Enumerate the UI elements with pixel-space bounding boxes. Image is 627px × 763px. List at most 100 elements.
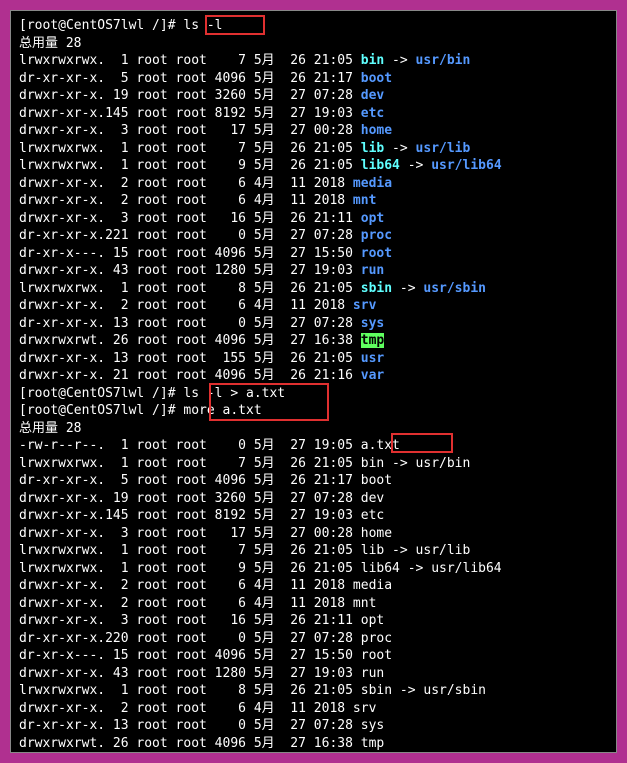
listing-row: lrwxrwxrwx. 1 root root 8 5月 26 21:05 sb…	[19, 682, 608, 700]
listing-row: drwxr-xr-x. 2 root root 6 4月 11 2018 mnt	[19, 595, 608, 613]
file-size: 7	[207, 141, 246, 156]
file-size: 0	[207, 631, 246, 646]
owner-group: root root	[129, 368, 207, 383]
arrow-text: ->	[392, 281, 423, 296]
total-line-2: 总用量 28	[19, 420, 608, 438]
file-size: 9	[207, 561, 246, 576]
permissions: lrwxrwxrwx.	[19, 281, 105, 296]
link-count: 2	[105, 298, 128, 313]
link-count: 1	[105, 543, 128, 558]
permissions: lrwxrwxrwx.	[19, 683, 105, 698]
file-size: 155	[207, 351, 246, 366]
terminal-window[interactable]: [root@CentOS7lwl /]# ls -l 总用量 28 lrwxrw…	[10, 10, 617, 753]
link-count: 19	[105, 491, 128, 506]
file-size: 4096	[207, 333, 246, 348]
listing-row: drwxr-xr-x. 2 root root 6 4月 11 2018 med…	[19, 175, 608, 193]
owner-group: root root	[129, 718, 207, 733]
dir-name: mnt	[353, 193, 376, 208]
listing-row: drwxrwxrwt. 26 root root 4096 5月 27 16:3…	[19, 332, 608, 350]
owner-group: root root	[129, 526, 207, 541]
link-count: 145	[105, 106, 128, 121]
file-name: dev	[361, 491, 384, 506]
listing-row: lrwxrwxrwx. 1 root root 7 5月 26 21:05 bi…	[19, 52, 608, 70]
file-size: 4096	[207, 473, 246, 488]
date-time: 5月 26 21:17	[246, 71, 361, 86]
file-size: 4096	[207, 648, 246, 663]
prompt-user: [root@CentOS7lwl /]#	[19, 403, 183, 418]
owner-group: root root	[129, 246, 207, 261]
link-count: 26	[105, 333, 128, 348]
date-time: 5月 26 21:16	[246, 368, 361, 383]
file-size: 0	[207, 718, 246, 733]
file-name: sbin -> usr/sbin	[361, 683, 486, 698]
dir-name: root	[361, 246, 392, 261]
link-count: 13	[105, 351, 128, 366]
permissions: dr-xr-xr-x.	[19, 631, 105, 646]
link-count: 15	[105, 246, 128, 261]
file-size: 7	[207, 456, 246, 471]
file-name: srv	[353, 701, 376, 716]
more-listing-2: -rw-r--r--. 1 root root 0 5月 27 19:05 a.…	[19, 437, 608, 753]
date-time: 5月 26 21:17	[246, 473, 361, 488]
owner-group: root root	[129, 211, 207, 226]
permissions: drwxr-xr-x.	[19, 123, 105, 138]
date-time: 5月 26 21:11	[246, 211, 361, 226]
dir-name: run	[361, 263, 384, 278]
listing-row: lrwxrwxrwx. 1 root root 7 5月 26 21:05 li…	[19, 140, 608, 158]
link-count: 43	[105, 666, 128, 681]
dir-name: boot	[361, 71, 392, 86]
link-count: 2	[105, 701, 128, 716]
listing-row: drwxr-xr-x. 2 root root 6 4月 11 2018 mnt	[19, 192, 608, 210]
owner-group: root root	[129, 683, 207, 698]
dir-name: media	[353, 176, 392, 191]
link-count: 21	[105, 368, 128, 383]
link-count: 3	[105, 613, 128, 628]
link-count: 220	[105, 631, 128, 646]
listing-row: drwxr-xr-x.145 root root 8192 5月 27 19:0…	[19, 507, 608, 525]
date-time: 5月 27 16:38	[246, 736, 361, 751]
dir-name: sys	[361, 316, 384, 331]
file-name: mnt	[353, 596, 376, 611]
date-time: 5月 27 07:28	[246, 228, 361, 243]
date-time: 5月 27 00:28	[246, 526, 361, 541]
permissions: -rw-r--r--.	[19, 438, 105, 453]
owner-group: root root	[129, 316, 207, 331]
owner-group: root root	[129, 701, 207, 716]
permissions: drwxr-xr-x.	[19, 526, 105, 541]
link-count: 3	[105, 211, 128, 226]
permissions: dr-xr-xr-x.	[19, 71, 105, 86]
link-name: lib	[361, 141, 384, 156]
file-size: 4096	[207, 368, 246, 383]
file-name: sys	[361, 718, 384, 733]
date-time: 4月 11 2018	[246, 701, 353, 716]
owner-group: root root	[129, 71, 207, 86]
permissions: lrwxrwxrwx.	[19, 561, 105, 576]
sticky-dir-name: tmp	[361, 333, 384, 348]
listing-row: lrwxrwxrwx. 1 root root 9 5月 26 21:05 li…	[19, 157, 608, 175]
highlight-box-2	[209, 383, 329, 421]
file-size: 3260	[207, 88, 246, 103]
file-name: root	[361, 648, 392, 663]
owner-group: root root	[129, 631, 207, 646]
owner-group: root root	[129, 158, 207, 173]
listing-row: drwxr-xr-x. 19 root root 3260 5月 27 07:2…	[19, 87, 608, 105]
owner-group: root root	[129, 491, 207, 506]
date-time: 5月 26 21:05	[246, 351, 361, 366]
date-time: 5月 27 07:28	[246, 316, 361, 331]
file-name: opt	[361, 613, 384, 628]
file-size: 8	[207, 683, 246, 698]
listing-row: lrwxrwxrwx. 1 root root 9 5月 26 21:05 li…	[19, 560, 608, 578]
link-count: 5	[105, 71, 128, 86]
listing-row: -rw-r--r--. 1 root root 0 5月 27 19:05 a.…	[19, 437, 608, 455]
link-target: usr/sbin	[423, 281, 486, 296]
date-time: 5月 26 21:05	[246, 281, 361, 296]
file-size: 6	[207, 176, 246, 191]
date-time: 4月 11 2018	[246, 298, 353, 313]
link-count: 26	[105, 736, 128, 751]
listing-row: drwxr-xr-x. 3 root root 17 5月 27 00:28 h…	[19, 525, 608, 543]
link-count: 2	[105, 193, 128, 208]
file-size: 17	[207, 123, 246, 138]
link-name: sbin	[361, 281, 392, 296]
date-time: 4月 11 2018	[246, 176, 353, 191]
link-count: 1	[105, 438, 128, 453]
